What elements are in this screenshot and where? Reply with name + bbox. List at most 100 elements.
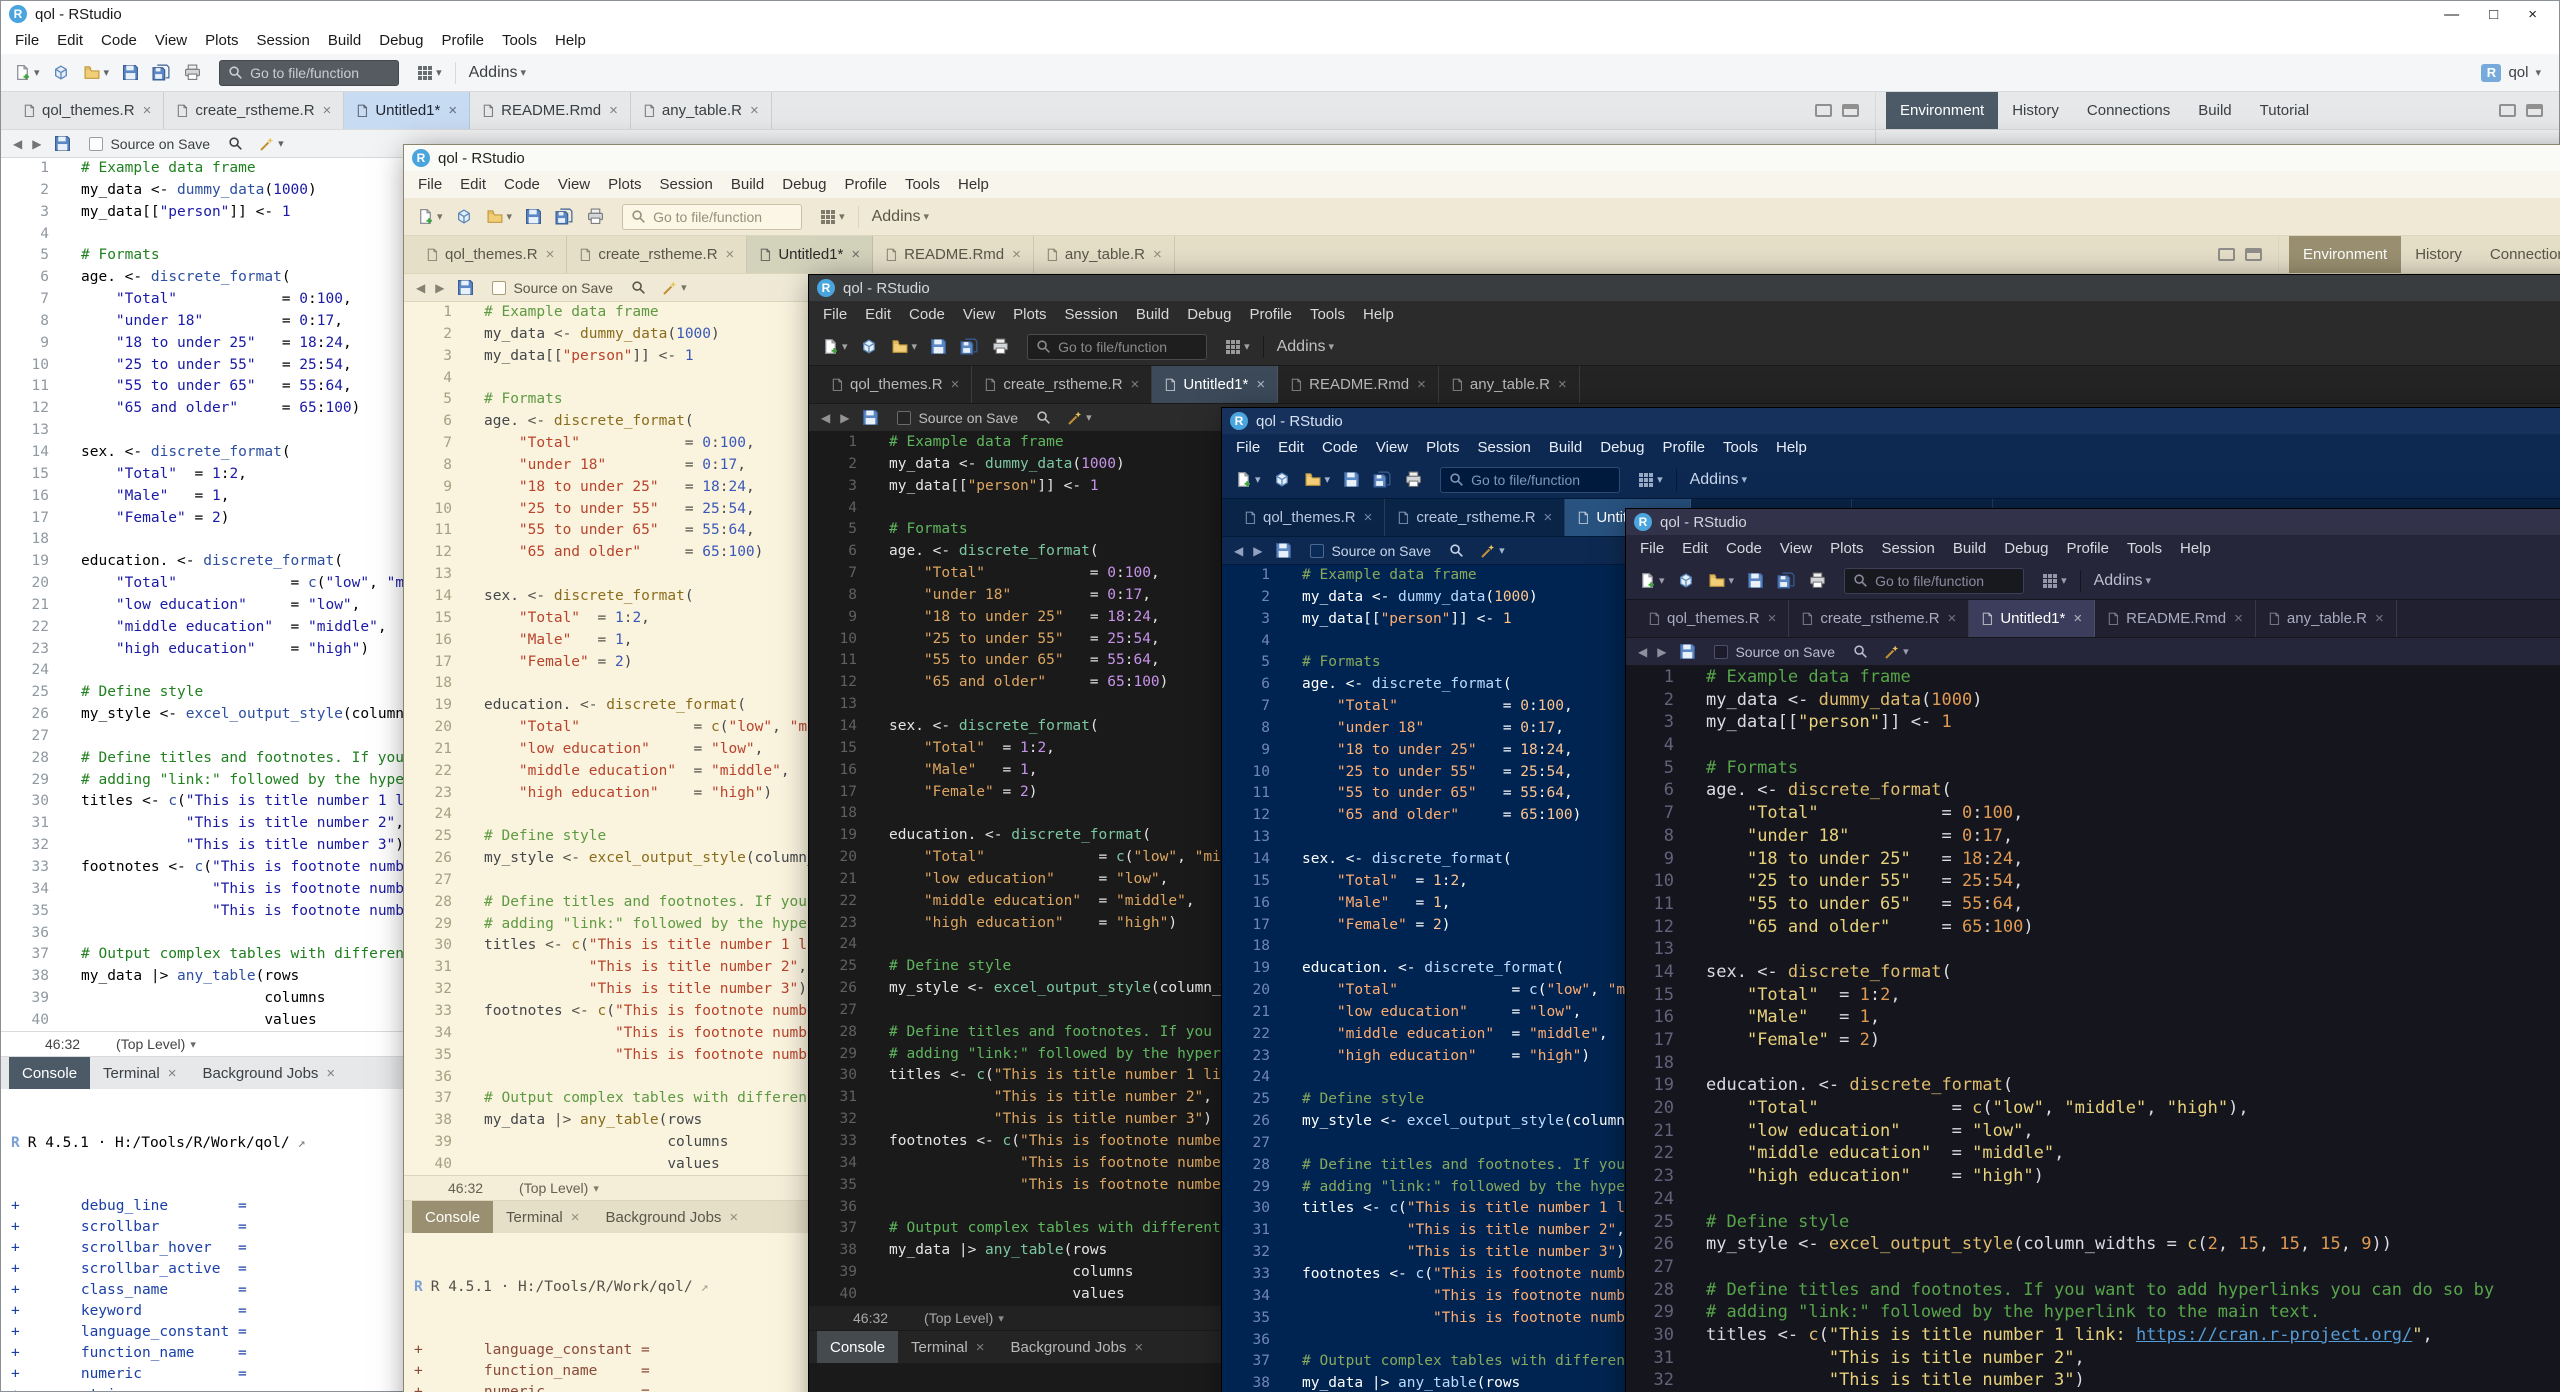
console-tab-console[interactable]: Console [817, 1331, 898, 1363]
close-icon[interactable]: × [168, 1065, 177, 1082]
addins-button[interactable]: Addins ▾ [464, 60, 531, 86]
close-icon[interactable]: × [976, 1339, 985, 1356]
menu-build[interactable]: Build [1127, 306, 1178, 323]
menu-profile[interactable]: Profile [835, 176, 896, 193]
close-icon[interactable]: × [609, 102, 618, 119]
open-file-button[interactable]: ▾ [1299, 467, 1336, 492]
back-icon[interactable]: ◀ [414, 281, 427, 295]
addins-button[interactable]: Addins ▾ [2089, 568, 2156, 594]
close-icon[interactable]: × [1417, 376, 1426, 393]
save-source-button[interactable] [49, 131, 76, 156]
close-icon[interactable]: × [951, 376, 960, 393]
menu-view[interactable]: View [1367, 439, 1417, 456]
save-all-button[interactable] [550, 204, 579, 229]
menu-profile[interactable]: Profile [2057, 540, 2118, 557]
editor-tab-0[interactable]: qol_themes.R× [414, 236, 567, 273]
menu-session[interactable]: Session [1469, 439, 1540, 456]
menu-view[interactable]: View [954, 306, 1004, 323]
menu-edit[interactable]: Edit [1673, 540, 1717, 557]
find-replace-button[interactable] [223, 132, 248, 155]
new-project-button[interactable] [451, 204, 478, 229]
menu-profile[interactable]: Profile [1653, 439, 1714, 456]
find-replace-button[interactable] [1848, 640, 1873, 663]
editor-tab-3[interactable]: README.Rmd× [470, 92, 631, 129]
editor-tab-4[interactable]: any_table.R× [2256, 600, 2397, 637]
close-icon[interactable]: × [2375, 610, 2384, 627]
goto-file-input[interactable]: Go to file/function [219, 60, 399, 86]
menu-session[interactable]: Session [1056, 306, 1127, 323]
console-tab-console[interactable]: Console [412, 1201, 493, 1233]
save-source-button[interactable] [452, 275, 479, 300]
close-icon[interactable]: × [571, 1209, 580, 1226]
save-button[interactable] [117, 60, 144, 85]
save-all-button[interactable] [1772, 568, 1801, 593]
close-icon[interactable]: × [2234, 610, 2243, 627]
menu-view[interactable]: View [1771, 540, 1821, 557]
pane-tab-history[interactable]: History [1998, 92, 2073, 129]
close-icon[interactable]: × [1364, 509, 1373, 526]
menu-file[interactable]: File [1227, 439, 1269, 456]
pane-tab-tutorial[interactable]: Tutorial [2246, 92, 2323, 129]
new-file-button[interactable]: ▾ [1634, 568, 1670, 593]
back-icon[interactable]: ◀ [1636, 645, 1649, 659]
window-titlebar[interactable]: R qol - RStudio — □ × [1, 1, 2559, 27]
scope-selector[interactable]: (Top Level) ▾ [924, 1310, 1004, 1326]
minimize-pane-icon[interactable] [2218, 248, 2235, 261]
forward-icon[interactable]: ▶ [30, 137, 43, 151]
minimize-pane-icon[interactable] [2499, 104, 2516, 117]
menu-plots[interactable]: Plots [1004, 306, 1055, 323]
menu-session[interactable]: Session [651, 176, 722, 193]
code-tools-button[interactable]: ▾ [254, 132, 289, 156]
source-on-save-checkbox[interactable]: Source on Save [1310, 543, 1431, 559]
pane-tab-connections[interactable]: Connections [2476, 236, 2560, 273]
close-icon[interactable]: × [1153, 246, 1162, 263]
menu-debug[interactable]: Debug [1591, 439, 1653, 456]
menu-plots[interactable]: Plots [599, 176, 650, 193]
open-file-button[interactable]: ▾ [886, 334, 923, 359]
code-editor[interactable]: 1234567891011121314151617181920212223242… [1626, 666, 2560, 1392]
menu-tools[interactable]: Tools [1714, 439, 1767, 456]
open-file-button[interactable]: ▾ [78, 60, 115, 85]
menu-code[interactable]: Code [495, 176, 549, 193]
close-icon[interactable]: × [1134, 1339, 1143, 1356]
close-icon[interactable]: × [1256, 376, 1265, 393]
menu-code[interactable]: Code [1717, 540, 1771, 557]
pane-tab-build[interactable]: Build [2184, 92, 2245, 129]
pane-tab-environment[interactable]: Environment [1886, 92, 1998, 129]
external-link-icon[interactable]: ↗ [298, 1133, 306, 1154]
close-icon[interactable]: × [1948, 610, 1957, 627]
forward-icon[interactable]: ▶ [838, 411, 851, 425]
window-titlebar[interactable]: R qol - RStudio — □ × [404, 145, 2560, 171]
close-icon[interactable]: × [326, 1065, 335, 1082]
print-button[interactable] [582, 204, 609, 229]
close-icon[interactable]: × [1558, 376, 1567, 393]
menu-debug[interactable]: Debug [1178, 306, 1240, 323]
pane-layout-button[interactable]: ▾ [1220, 335, 1255, 359]
close-icon[interactable]: × [143, 102, 152, 119]
close-icon[interactable]: × [1131, 376, 1140, 393]
menu-edit[interactable]: Edit [856, 306, 900, 323]
editor-tab-4[interactable]: any_table.R× [631, 92, 772, 129]
menu-edit[interactable]: Edit [1269, 439, 1313, 456]
new-project-button[interactable] [856, 334, 883, 359]
menu-debug[interactable]: Debug [370, 32, 432, 49]
editor-tab-3[interactable]: README.Rmd× [873, 236, 1034, 273]
editor-tab-2[interactable]: Untitled1*× [747, 236, 873, 273]
menu-edit[interactable]: Edit [48, 32, 92, 49]
minimize-pane-icon[interactable] [1815, 104, 1832, 117]
code-tools-button[interactable]: ▾ [657, 276, 692, 300]
menu-help[interactable]: Help [2171, 540, 2220, 557]
menu-view[interactable]: View [549, 176, 599, 193]
console-tab-background-jobs[interactable]: Background Jobs× [190, 1057, 349, 1089]
save-source-button[interactable] [1270, 538, 1297, 563]
close-icon[interactable]: × [750, 102, 759, 119]
console-tab-terminal[interactable]: Terminal× [898, 1331, 997, 1363]
scope-selector[interactable]: (Top Level) ▾ [116, 1036, 196, 1052]
close-icon[interactable]: × [1544, 509, 1553, 526]
external-link-icon[interactable]: ↗ [701, 1277, 709, 1298]
window-titlebar[interactable]: R qol - RStudio — □ × [1222, 408, 2560, 434]
forward-icon[interactable]: ▶ [1251, 544, 1264, 558]
source-on-save-checkbox[interactable]: Source on Save [1714, 644, 1835, 660]
save-source-button[interactable] [1674, 639, 1701, 664]
find-replace-button[interactable] [1031, 406, 1056, 429]
